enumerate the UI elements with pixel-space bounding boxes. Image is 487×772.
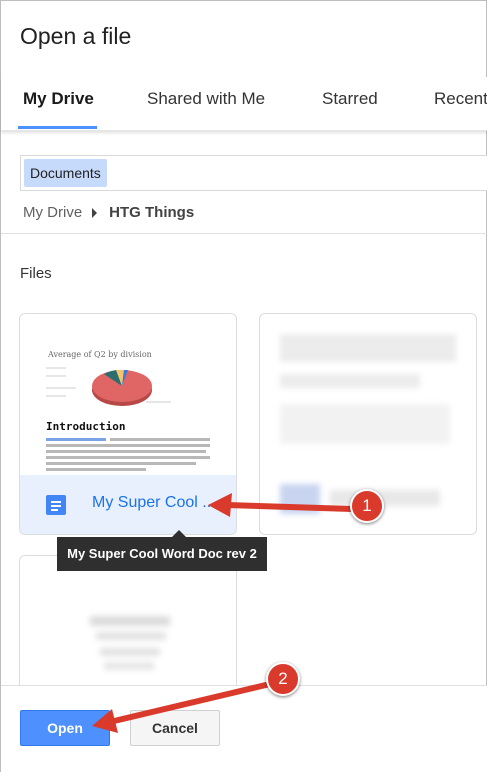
file-name[interactable]: My Super Cool ... — [92, 494, 216, 512]
dialog-title: Open a file — [20, 23, 132, 49]
blurred-content — [96, 632, 166, 640]
tab-my-drive[interactable]: My Drive — [23, 89, 94, 109]
thumbnail-chart-title: Average of Q2 by division — [48, 350, 152, 359]
tab-starred[interactable]: Starred — [322, 89, 378, 109]
tooltip-pointer — [172, 530, 186, 537]
search-input[interactable]: Documents — [20, 155, 487, 191]
thumbnail-text-line — [110, 438, 210, 441]
tab-bar: My Drive Shared with Me Starred Recent — [1, 77, 487, 131]
thumbnail-text-line — [46, 444, 210, 447]
blurred-content — [280, 374, 420, 388]
chevron-right-icon — [92, 207, 98, 218]
blurred-content — [280, 404, 450, 444]
blurred-content — [104, 662, 154, 670]
file-card-footer[interactable]: My Super Cool ... — [20, 475, 236, 534]
thumbnail-text-line — [46, 450, 206, 453]
blurred-content — [100, 648, 160, 656]
tab-recent[interactable]: Recent — [434, 89, 487, 109]
tab-shared-with-me[interactable]: Shared with Me — [147, 89, 265, 109]
document-thumbnail: Average of Q2 by division Introduction — [20, 314, 236, 475]
blurred-content — [280, 334, 456, 362]
active-tab-indicator — [18, 126, 97, 129]
open-file-dialog: Open a file My Drive Shared with Me Star… — [0, 0, 487, 772]
file-card-selected[interactable]: Average of Q2 by division Introduction M… — [19, 313, 237, 535]
blurred-content — [280, 484, 320, 514]
file-card-blurred[interactable] — [19, 555, 237, 695]
breadcrumb: My Drive HTG Things — [23, 204, 194, 221]
thumbnail-text-line — [46, 456, 210, 459]
divider — [1, 233, 487, 234]
dialog-footer: Open Cancel — [1, 685, 487, 772]
file-name-tooltip: My Super Cool Word Doc rev 2 — [57, 537, 267, 571]
pie-chart-thumbnail — [46, 367, 171, 406]
open-button[interactable]: Open — [20, 710, 110, 746]
blurred-content — [330, 490, 440, 506]
breadcrumb-root[interactable]: My Drive — [23, 204, 82, 221]
thumbnail-text-line — [46, 468, 146, 471]
google-docs-icon — [46, 495, 66, 515]
files-section-label: Files — [20, 265, 52, 282]
thumbnail-text-line — [46, 438, 106, 441]
cancel-button[interactable]: Cancel — [130, 710, 220, 746]
thumbnail-heading: Introduction — [46, 420, 126, 433]
annotation-badge-1: 1 — [350, 489, 384, 523]
breadcrumb-current: HTG Things — [109, 204, 195, 221]
thumbnail-text-line — [46, 462, 196, 465]
blurred-content — [90, 616, 170, 626]
search-filter-chip[interactable]: Documents — [24, 159, 107, 187]
annotation-badge-2: 2 — [266, 662, 300, 696]
